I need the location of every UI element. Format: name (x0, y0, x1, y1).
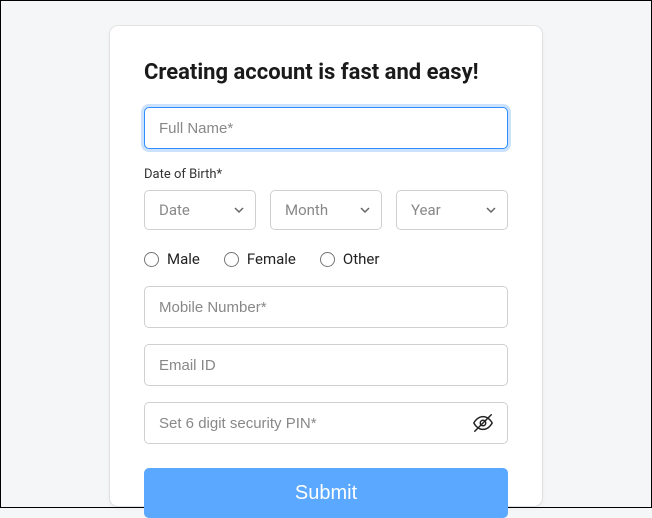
chevron-down-icon (233, 204, 245, 216)
toggle-pin-visibility-icon[interactable] (472, 412, 494, 434)
gender-female-label: Female (247, 250, 296, 268)
signup-card: Creating account is fast and easy! Date … (110, 26, 542, 506)
gender-other-radio[interactable] (320, 252, 335, 267)
field-stack (144, 286, 508, 444)
gender-female-radio[interactable] (224, 252, 239, 267)
gender-radio-group: Male Female Other (144, 250, 508, 268)
eye-off-icon (472, 412, 494, 434)
dob-label: Date of Birth* (144, 167, 508, 182)
pin-field-wrap (144, 402, 508, 444)
dob-year-placeholder: Year (411, 201, 441, 219)
mobile-input[interactable] (144, 286, 508, 328)
gender-male-option[interactable]: Male (144, 250, 200, 268)
dob-month-select[interactable]: Month (270, 190, 382, 230)
chevron-down-icon (359, 204, 371, 216)
gender-other-option[interactable]: Other (320, 250, 380, 268)
gender-female-option[interactable]: Female (224, 250, 296, 268)
dob-month-placeholder: Month (285, 201, 328, 219)
gender-male-label: Male (167, 250, 200, 268)
gender-male-radio[interactable] (144, 252, 159, 267)
email-input[interactable] (144, 344, 508, 386)
dob-row: Date Month Year (144, 190, 508, 230)
submit-button[interactable]: Submit (144, 468, 508, 518)
full-name-input[interactable] (144, 107, 508, 149)
dob-date-select[interactable]: Date (144, 190, 256, 230)
dob-date-placeholder: Date (159, 201, 190, 219)
pin-input[interactable] (144, 402, 508, 444)
chevron-down-icon (485, 204, 497, 216)
page-title: Creating account is fast and easy! (144, 60, 508, 85)
gender-other-label: Other (343, 250, 380, 268)
dob-year-select[interactable]: Year (396, 190, 508, 230)
